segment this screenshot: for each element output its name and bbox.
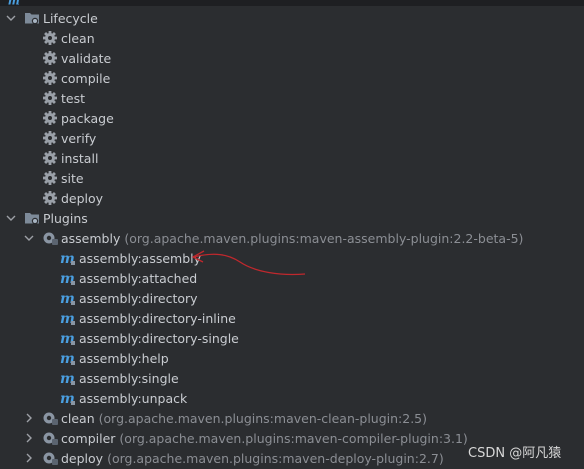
lifecycle-phase-compile[interactable]: compile (42, 68, 110, 88)
gear-icon (42, 50, 58, 66)
maven-goal-icon: m (60, 310, 76, 326)
gear-icon (42, 130, 58, 146)
plugin-coordinates: (org.apache.maven.plugins:maven-deploy-p… (107, 450, 444, 466)
lifecycle-phase-validate[interactable]: validate (42, 48, 111, 68)
plugin-goal-assembly-help[interactable]: m assembly:help (60, 348, 169, 368)
maven-goal-icon: m (60, 350, 76, 366)
lifecycle-folder-icon (24, 10, 40, 26)
tree-node-plugin-assembly[interactable]: assembly (org.apache.maven.plugins:maven… (24, 228, 523, 248)
plugin-goal-label: assembly:directory (79, 290, 198, 306)
tree-node-lifecycle[interactable]: Lifecycle (6, 8, 98, 28)
plugin-icon (42, 430, 58, 446)
plugin-goal-assembly-unpack[interactable]: m assembly:unpack (60, 388, 187, 408)
lifecycle-phase-install[interactable]: install (42, 148, 98, 168)
gear-icon (42, 190, 58, 206)
lifecycle-phase-label: clean (61, 30, 95, 46)
lifecycle-phase-verify[interactable]: verify (42, 128, 96, 148)
plugin-goal-assembly-directory-inline[interactable]: m assembly:directory-inline (60, 308, 236, 328)
lifecycle-phase-label: install (61, 150, 99, 166)
tree-node-plugin-deploy[interactable]: deploy (org.apache.maven.plugins:maven-d… (24, 448, 444, 468)
svg-text:m: m (8, 0, 20, 7)
plugin-coordinates: (org.apache.maven.plugins:maven-clean-pl… (98, 410, 428, 426)
lifecycle-phase-label: deploy (61, 190, 104, 206)
maven-project-icon: m (8, 0, 20, 7)
chevron-down-icon[interactable] (24, 233, 34, 243)
watermark: CSDN @阿凡猿 (468, 446, 562, 461)
tree-node-plugin-compiler[interactable]: compiler (org.apache.maven.plugins:maven… (24, 428, 468, 448)
plugin-goal-label: assembly:assembly (79, 250, 202, 266)
gear-icon (42, 110, 58, 126)
plugin-icon (42, 230, 58, 246)
plugin-name: assembly (61, 230, 121, 246)
plugin-goal-label: assembly:directory-inline (79, 310, 236, 326)
lifecycle-phase-label: verify (61, 130, 97, 146)
gear-icon (42, 150, 58, 166)
lifecycle-phase-clean[interactable]: clean (42, 28, 95, 48)
chevron-right-icon[interactable] (24, 433, 34, 443)
plugin-goal-assembly-directory-single[interactable]: m assembly:directory-single (60, 328, 239, 348)
top-strip: m (0, 0, 584, 7)
lifecycle-phase-test[interactable]: test (42, 88, 85, 108)
plugin-goal-label: assembly:single (79, 370, 179, 386)
lifecycle-phase-deploy[interactable]: deploy (42, 188, 103, 208)
chevron-right-icon[interactable] (24, 453, 34, 463)
lifecycle-phase-label: package (61, 110, 114, 126)
lifecycle-phase-label: site (61, 170, 84, 186)
maven-goal-icon: m (60, 330, 76, 346)
plugins-label: Plugins (43, 210, 88, 226)
plugin-goal-label: assembly:help (79, 350, 169, 366)
plugin-goal-assembly-attached[interactable]: m assembly:attached (60, 268, 197, 288)
chevron-down-icon[interactable] (6, 213, 16, 223)
chevron-right-icon[interactable] (24, 413, 34, 423)
lifecycle-phase-label: compile (61, 70, 111, 86)
plugin-goal-assembly-directory[interactable]: m assembly:directory (60, 288, 198, 308)
lifecycle-phase-package[interactable]: package (42, 108, 114, 128)
maven-goal-icon: m (60, 270, 76, 286)
plugin-goal-assembly-assembly[interactable]: m assembly:assembly (60, 248, 201, 268)
gear-icon (42, 170, 58, 186)
maven-goal-icon: m (60, 290, 76, 306)
gear-icon (42, 90, 58, 106)
plugin-name: clean (61, 410, 95, 426)
gear-icon (42, 30, 58, 46)
plugin-goal-assembly-single[interactable]: m assembly:single (60, 368, 179, 388)
plugin-coordinates: (org.apache.maven.plugins:maven-assembly… (124, 230, 524, 246)
gear-icon (42, 70, 58, 86)
plugin-icon (42, 410, 58, 426)
plugin-coordinates: (org.apache.maven.plugins:maven-compiler… (119, 430, 468, 446)
plugin-name: compiler (61, 430, 116, 446)
plugin-name: deploy (61, 450, 104, 466)
plugin-goal-label: assembly:directory-single (79, 330, 239, 346)
lifecycle-label: Lifecycle (43, 10, 98, 26)
lifecycle-phase-site[interactable]: site (42, 168, 84, 188)
lifecycle-phase-label: validate (61, 50, 112, 66)
lifecycle-phase-label: test (61, 90, 86, 106)
plugin-icon (42, 450, 58, 466)
maven-goal-icon: m (60, 370, 76, 386)
chevron-down-icon[interactable] (6, 13, 16, 23)
maven-goal-icon: m (60, 390, 76, 406)
tree-node-plugin-clean[interactable]: clean (org.apache.maven.plugins:maven-cl… (24, 408, 427, 428)
plugin-goal-label: assembly:attached (79, 270, 198, 286)
maven-goal-icon: m (60, 250, 76, 266)
tree-node-plugins[interactable]: Plugins (6, 208, 88, 228)
plugins-folder-icon (24, 210, 40, 226)
plugin-goal-label: assembly:unpack (79, 390, 188, 406)
